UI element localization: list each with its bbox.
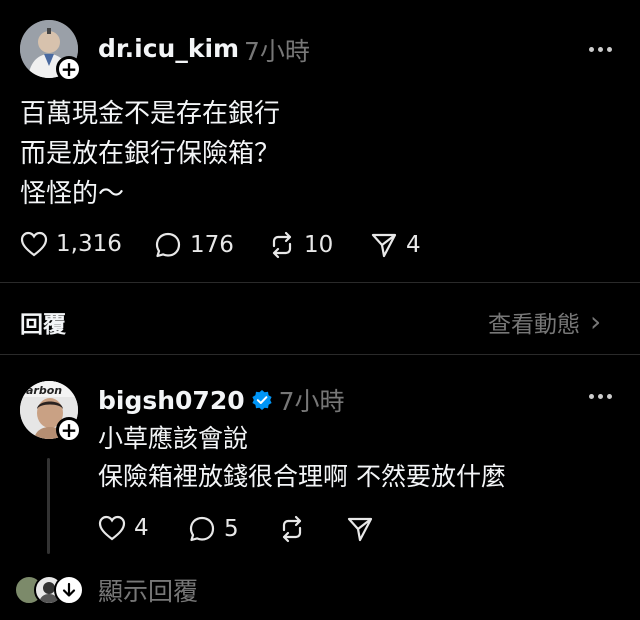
like-button[interactable]: 1,316 xyxy=(20,231,122,257)
follow-plus-icon[interactable]: + xyxy=(56,417,82,443)
comment-icon xyxy=(189,516,215,542)
heart-icon xyxy=(20,231,48,257)
comment-icon xyxy=(155,232,181,258)
thread-line xyxy=(47,458,50,554)
verified-icon xyxy=(252,390,272,410)
reply-share-button[interactable] xyxy=(346,515,374,543)
view-activity-link[interactable]: 查看動態 › xyxy=(488,305,601,339)
post-username[interactable]: dr.icu_kim xyxy=(98,34,239,63)
heart-icon xyxy=(98,515,126,541)
svg-text:arbon: arbon xyxy=(26,384,62,397)
reply-body: 小草應該會說 保險箱裡放錢很合理啊 不然要放什麼 xyxy=(98,420,506,496)
repost-button[interactable]: 10 xyxy=(268,231,333,259)
comment-count: 176 xyxy=(190,232,234,258)
post-more-icon[interactable] xyxy=(589,47,612,52)
reply-comment-count: 5 xyxy=(224,516,239,542)
post-line: 怪怪的～ xyxy=(20,179,125,209)
reply-line: 小草應該會說 xyxy=(98,424,249,453)
share-icon xyxy=(347,517,373,542)
like-count: 1,316 xyxy=(56,231,122,257)
reply-time: 7小時 xyxy=(278,387,345,416)
reply-username[interactable]: bigsh0720 xyxy=(98,386,245,415)
show-replies-label[interactable]: 顯示回覆 xyxy=(98,572,198,608)
post-body: 百萬現金不是存在銀行 而是放在銀行保險箱？ 怪怪的～ xyxy=(20,94,280,214)
reply-more-icon[interactable] xyxy=(589,394,612,399)
comment-button[interactable]: 176 xyxy=(154,231,234,259)
show-replies-row[interactable]: 顯示回覆 xyxy=(14,572,198,608)
post-line: 百萬現金不是存在銀行 xyxy=(20,99,281,129)
view-activity-label: 查看動態 xyxy=(488,312,580,338)
reply-header: bigsh0720 7小時 xyxy=(98,382,345,418)
share-count: 4 xyxy=(406,232,421,258)
reply-comment-button[interactable]: 5 xyxy=(188,515,239,543)
repost-icon xyxy=(282,515,302,543)
post-line: 而是放在銀行保險箱？ xyxy=(20,139,281,169)
replies-header: 回覆 xyxy=(20,312,66,338)
share-button[interactable]: 4 xyxy=(370,231,421,259)
repost-icon xyxy=(272,231,292,259)
divider xyxy=(0,354,640,355)
repost-count: 10 xyxy=(304,232,334,258)
share-icon xyxy=(371,233,397,258)
down-arrow-icon xyxy=(54,575,84,605)
chevron-right-icon: › xyxy=(590,305,602,338)
divider xyxy=(0,282,640,283)
reply-repost-button[interactable] xyxy=(278,515,306,543)
post-time: 7小時 xyxy=(244,37,310,66)
reply-line: 保險箱裡放錢很合理啊 不然要放什麼 xyxy=(98,462,506,491)
follow-plus-icon[interactable]: + xyxy=(56,56,82,82)
reply-like-count: 4 xyxy=(134,515,149,541)
reply-like-button[interactable]: 4 xyxy=(98,515,149,541)
